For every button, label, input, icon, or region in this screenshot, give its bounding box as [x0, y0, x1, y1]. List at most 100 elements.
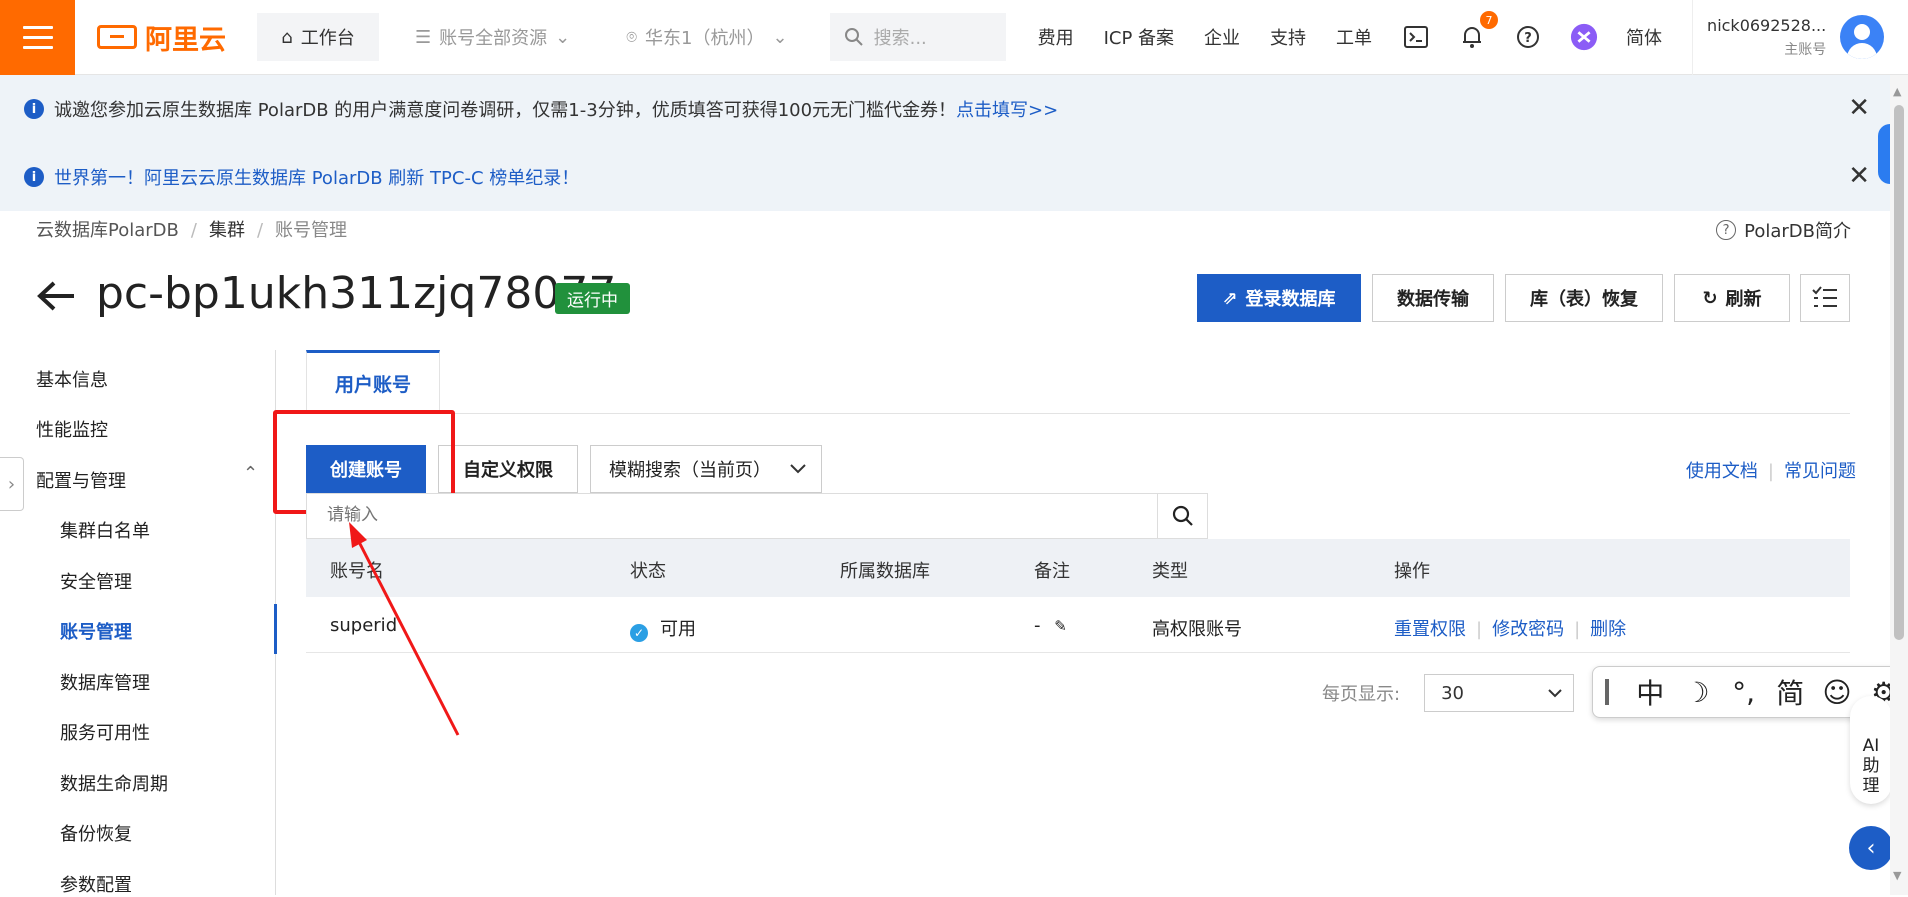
page-scrollbar[interactable]: ▲ ▼: [1890, 75, 1908, 895]
col-type: 类型: [1152, 561, 1188, 582]
sidebar-expand-handle[interactable]: ›: [0, 457, 24, 511]
region-label: 华东1（杭州）: [645, 28, 765, 49]
survey-notice: i 诚邀您参加云原生数据库 PolarDB 的用户满意度问卷调研，仅需1-3分钟…: [0, 75, 1890, 143]
scrollbar-thumb[interactable]: [1894, 105, 1904, 640]
collapse-float-button[interactable]: ‹: [1849, 826, 1893, 870]
data-transfer-button[interactable]: 数据传输: [1372, 274, 1494, 322]
ai-assistant-float[interactable]: AI 助 理: [1850, 696, 1892, 804]
actions-cell: 重置权限 | 修改密码 | 删除: [1394, 619, 1627, 640]
chevron-down-icon: [790, 464, 806, 474]
breadcrumb-polardb[interactable]: 云数据库PolarDB: [36, 220, 179, 241]
chevron-up-icon[interactable]: ⌃: [243, 463, 258, 484]
nav-parameters[interactable]: 参数配置: [60, 871, 132, 897]
search-placeholder: 搜索...: [873, 28, 927, 49]
language-switch[interactable]: 简体: [1626, 24, 1662, 50]
external-link-icon: ⇗: [1222, 287, 1238, 309]
workbench-label: 工作台: [300, 28, 355, 49]
search-button[interactable]: [1157, 494, 1207, 538]
nav-database-management[interactable]: 数据库管理: [60, 669, 150, 695]
delete-link[interactable]: 删除: [1590, 619, 1626, 640]
col-status: 状态: [630, 561, 666, 582]
refresh-button[interactable]: ↻ 刷新: [1674, 274, 1790, 322]
terminal-icon[interactable]: [1402, 23, 1430, 51]
hamburger-menu-icon[interactable]: [0, 0, 75, 75]
scroll-down-icon[interactable]: ▼: [1893, 869, 1901, 882]
ime-moon-icon[interactable]: ☽: [1674, 676, 1721, 709]
ime-drag-handle[interactable]: [1605, 679, 1609, 705]
resource-scope-selector[interactable]: ☰ 账号全部资源 ⌄: [415, 24, 570, 50]
remark-cell: - ✎: [1034, 615, 1067, 636]
svg-text:?: ?: [1524, 31, 1532, 46]
ai-help-line-3: 理: [1862, 776, 1880, 796]
table-restore-button[interactable]: 库（表）恢复: [1505, 274, 1663, 322]
polardb-intro-link[interactable]: ? PolarDB简介: [1716, 217, 1851, 243]
region-selector[interactable]: ⌾ 华东1（杭州） ⌄: [626, 24, 787, 50]
user-account-info[interactable]: nick0692528... 主账号: [1707, 16, 1826, 59]
close-icon[interactable]: ✕: [1848, 163, 1870, 189]
reset-permission-link[interactable]: 重置权限: [1394, 619, 1466, 640]
status-badge: 运行中: [555, 283, 630, 314]
refresh-icon: ↻: [1702, 287, 1718, 309]
ai-help-line-2: 助: [1862, 756, 1880, 776]
nav-data-lifecycle[interactable]: 数据生命周期: [60, 770, 168, 796]
bell-icon[interactable]: 7: [1458, 11, 1499, 51]
search-mode-select[interactable]: 模糊搜索（当前页）: [590, 445, 822, 493]
account-search-input[interactable]: [325, 504, 1125, 526]
tab-user-accounts[interactable]: 用户账号: [306, 350, 440, 414]
nav-basic-info[interactable]: 基本信息: [36, 366, 108, 392]
edit-icon[interactable]: ✎: [1054, 617, 1067, 635]
ime-chinese-mode[interactable]: 中: [1627, 672, 1674, 712]
nav-performance[interactable]: 性能监控: [36, 416, 108, 442]
help-links: 使用文档 | 常见问题: [1685, 461, 1856, 482]
nav-security[interactable]: 安全管理: [60, 568, 132, 594]
link-enterprise[interactable]: 企业: [1204, 24, 1240, 50]
link-ticket[interactable]: 工单: [1336, 24, 1372, 50]
doc-link[interactable]: 使用文档: [1686, 461, 1758, 482]
breadcrumb: 云数据库PolarDB / 集群 / 账号管理: [36, 220, 348, 241]
status-text: 可用: [660, 619, 696, 640]
active-indicator: [274, 604, 277, 654]
close-icon[interactable]: ✕: [1848, 95, 1870, 121]
remark-text: -: [1034, 615, 1041, 636]
aliyun-logo[interactable]: 阿里云: [97, 18, 227, 57]
faq-link[interactable]: 常见问题: [1784, 461, 1856, 482]
nav-account-management[interactable]: 账号管理: [60, 618, 132, 644]
breadcrumb-cluster[interactable]: 集群: [209, 220, 245, 241]
login-database-button[interactable]: ⇗ 登录数据库: [1197, 274, 1361, 322]
scroll-up-icon[interactable]: ▲: [1893, 85, 1901, 98]
info-icon: i: [24, 99, 44, 119]
aliyun-logo-icon: [97, 25, 137, 49]
link-support[interactable]: 支持: [1270, 24, 1306, 50]
survey-link[interactable]: 点击填写>>: [956, 96, 1058, 122]
back-arrow-icon[interactable]: [36, 280, 76, 313]
info-icon: i: [24, 167, 44, 187]
col-remark: 备注: [1034, 561, 1070, 582]
ai-help-line-1: AI: [1862, 736, 1880, 756]
transfer-label: 数据传输: [1397, 289, 1469, 310]
user-role: 主账号: [1784, 41, 1827, 58]
ime-punctuation-icon[interactable]: °,: [1720, 676, 1767, 709]
link-icp[interactable]: ICP 备案: [1104, 24, 1174, 50]
record-notice-text[interactable]: 世界第一！阿里云云原生数据库 PolarDB 刷新 TPC-C 榜单纪录！: [54, 164, 579, 190]
global-search-input[interactable]: 搜索...: [829, 13, 1006, 61]
nav-config-group[interactable]: 配置与管理: [36, 467, 126, 493]
custom-permission-button[interactable]: 自定义权限: [438, 445, 578, 493]
top-links: 费用 ICP 备案 企业 支持 工单: [1038, 24, 1402, 50]
nav-backup-restore[interactable]: 备份恢复: [60, 820, 132, 846]
page-size-select[interactable]: 30: [1424, 674, 1575, 712]
list-settings-button[interactable]: [1800, 274, 1850, 322]
nav-availability[interactable]: 服务可用性: [60, 719, 150, 745]
workbench-button[interactable]: ⌂ 工作台: [257, 13, 379, 61]
nav-whitelist[interactable]: 集群白名单: [60, 517, 150, 543]
ai-assistant-icon[interactable]: [1570, 23, 1598, 51]
tab-bar: 用户账号: [306, 350, 1850, 414]
avatar[interactable]: [1840, 15, 1885, 59]
page-size-value: 30: [1441, 682, 1464, 704]
login-label: 登录数据库: [1245, 289, 1336, 310]
help-icon[interactable]: ?: [1514, 23, 1542, 51]
divider: [1692, 0, 1694, 75]
link-billing[interactable]: 费用: [1038, 24, 1074, 50]
change-password-link[interactable]: 修改密码: [1492, 619, 1564, 640]
ime-simplified-mode[interactable]: 简: [1767, 672, 1814, 712]
chevron-down-icon: ⌄: [772, 26, 788, 48]
